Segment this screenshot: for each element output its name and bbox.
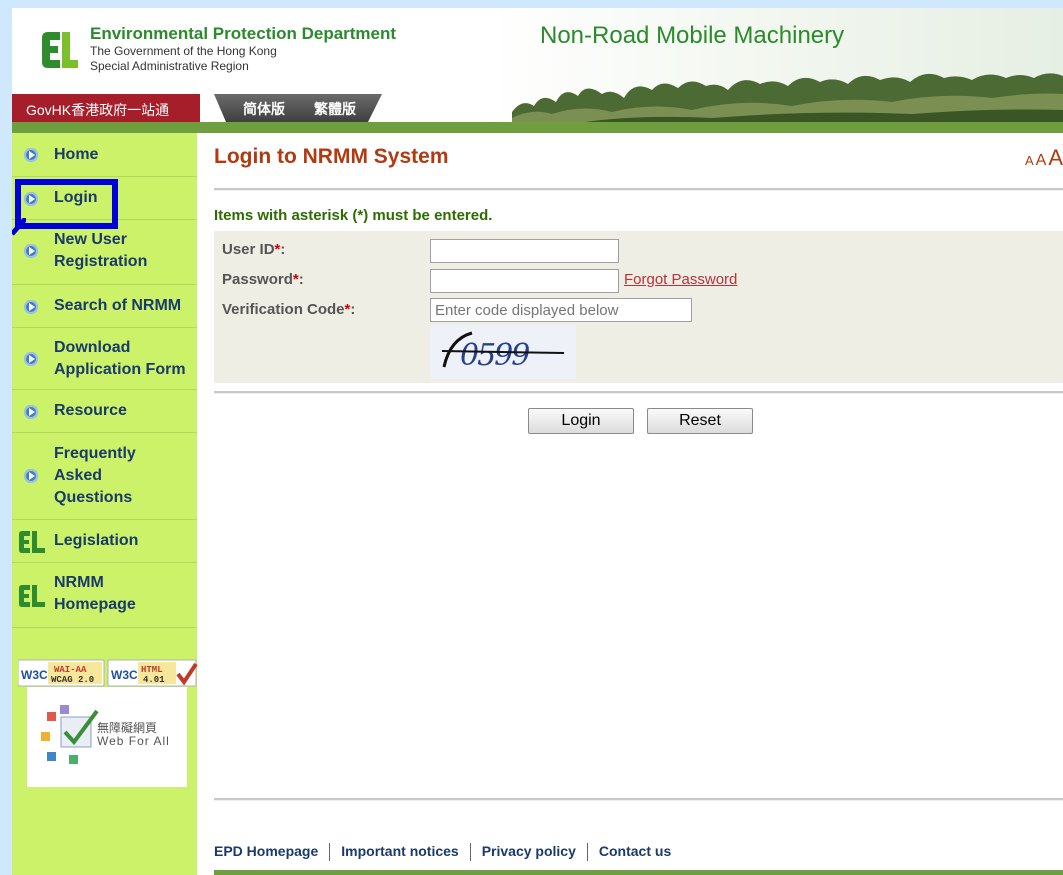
arrow-bullet-icon (24, 148, 38, 162)
footer-green-bar (214, 870, 1063, 875)
sidebar-item-label: Frequently Asked Questions (54, 445, 136, 506)
captcha-image: 0599 (430, 325, 576, 379)
svg-text:W3C: W3C (21, 668, 48, 682)
login-highlight-box (15, 179, 118, 229)
sidebar-item-legislation[interactable]: Legislation (12, 520, 197, 563)
sidebar-item-search-of-nrmm[interactable]: Search of NRMM (12, 285, 197, 328)
page: Environmental Protection Department The … (12, 8, 1063, 875)
user-id-input[interactable] (430, 239, 619, 263)
font-size-medium-button[interactable]: A (1036, 152, 1047, 170)
footer-links: EPD Homepage Important notices Privacy pol… (214, 843, 671, 862)
header: Environmental Protection Department The … (12, 8, 1063, 133)
footer-separator (329, 843, 331, 862)
divider (214, 391, 1063, 394)
web-for-all-logo-icon: 無障礙網頁 Web For All (41, 705, 170, 764)
password-input[interactable] (430, 269, 619, 293)
govhk-link[interactable]: GovHK香港政府一站通 (26, 100, 169, 120)
svg-text:Web For All: Web For All (97, 734, 170, 748)
required-fields-note: Items with asterisk (*) must be entered. (214, 207, 493, 224)
arrow-bullet-icon (24, 352, 38, 366)
font-size-large-button[interactable]: A (1048, 145, 1063, 171)
arrow-bullet-icon (24, 405, 38, 419)
sidebar-item-label: Home (54, 146, 99, 163)
header-green-line (12, 122, 1063, 133)
verification-code-label: Verification Code*: (222, 301, 356, 318)
privacy-policy-link[interactable]: Privacy policy (482, 843, 576, 859)
footer-separator (469, 843, 471, 862)
footer-separator (586, 843, 588, 862)
captcha-code: 0599 (460, 338, 530, 373)
sidebar-item-faq[interactable]: Frequently Asked Questions (12, 433, 197, 520)
sidebar-item-nrmm-homepage[interactable]: NRMM Homepage (12, 563, 197, 628)
sidebar-item-new-user-registration[interactable]: New User Registration (12, 220, 197, 285)
ep-logo-icon (19, 531, 45, 553)
highlight-pointer (12, 218, 26, 236)
forgot-password-link[interactable]: Forgot Password (624, 271, 737, 288)
w3c-badges[interactable]: W3C WAI-AA WCAG 2.0 W3C HTML 4.01 (18, 658, 198, 688)
svg-text:W3C: W3C (111, 668, 138, 682)
ep-logo-icon (19, 585, 45, 607)
page-title: Login to NRMM System (214, 145, 449, 168)
main-content: Login to NRMM System A AA Items with aste… (214, 133, 1063, 875)
login-button[interactable]: Login (528, 408, 634, 434)
web-for-all-badge[interactable]: 無障礙網頁 Web For All (27, 687, 187, 787)
contact-us-link[interactable]: Contact us (599, 843, 671, 859)
sidebar-item-label: New User Registration (54, 231, 148, 270)
govhk-bar: GovHK香港政府一站通 简体版 繁體版 (12, 94, 382, 122)
verification-code-input[interactable] (430, 298, 692, 322)
government-line-2: Special Administrative Region (90, 59, 249, 73)
tree-banner-image (512, 73, 1063, 124)
epd-homepage-link[interactable]: EPD Homepage (214, 843, 318, 859)
epd-logo-icon[interactable] (38, 28, 82, 72)
font-size-small-button[interactable]: A (1025, 153, 1034, 168)
svg-text:WAI-AA: WAI-AA (54, 665, 87, 675)
sidebar-item-label: Legislation (54, 532, 139, 549)
sidebar-item-label: Search of NRMM (54, 297, 182, 314)
font-size-controls: A AA (1023, 145, 1063, 171)
important-notices-link[interactable]: Important notices (341, 843, 458, 859)
traditional-chinese-link[interactable]: 繁體版 (314, 99, 356, 119)
captcha-graphic-icon: 0599 (430, 325, 576, 379)
sidebar: Home Login New User Registration Search … (12, 133, 198, 875)
sidebar-item-label: NRMM Homepage (54, 574, 136, 613)
divider (214, 798, 1063, 801)
svg-text:4.01: 4.01 (143, 675, 165, 685)
arrow-bullet-icon (24, 244, 38, 258)
arrow-bullet-icon (24, 300, 38, 314)
government-line-1: The Government of the Hong Kong (90, 44, 277, 58)
sidebar-item-download-application-form[interactable]: Download Application Form (12, 328, 197, 390)
simplified-chinese-link[interactable]: 简体版 (243, 99, 285, 119)
divider (214, 188, 1063, 191)
sidebar-item-home[interactable]: Home (12, 133, 197, 177)
arrow-bullet-icon (24, 469, 38, 483)
password-label: Password*: (222, 271, 304, 288)
web-for-all-chinese: 無障礙網頁 (97, 720, 157, 735)
sidebar-item-resource[interactable]: Resource (12, 390, 197, 433)
svg-text:WCAG 2.0: WCAG 2.0 (51, 675, 94, 685)
site-title: Non-Road Mobile Machinery (540, 22, 845, 49)
sidebar-item-label: Resource (54, 402, 127, 419)
sidebar-item-label: Download Application Form (54, 339, 186, 378)
department-name[interactable]: Environmental Protection Department (90, 24, 396, 44)
reset-button[interactable]: Reset (647, 408, 753, 434)
user-id-label: User ID*: (222, 241, 286, 258)
login-form: User ID*: Password*: Forgot Password Ver… (214, 231, 1063, 383)
svg-text:HTML: HTML (141, 665, 163, 675)
